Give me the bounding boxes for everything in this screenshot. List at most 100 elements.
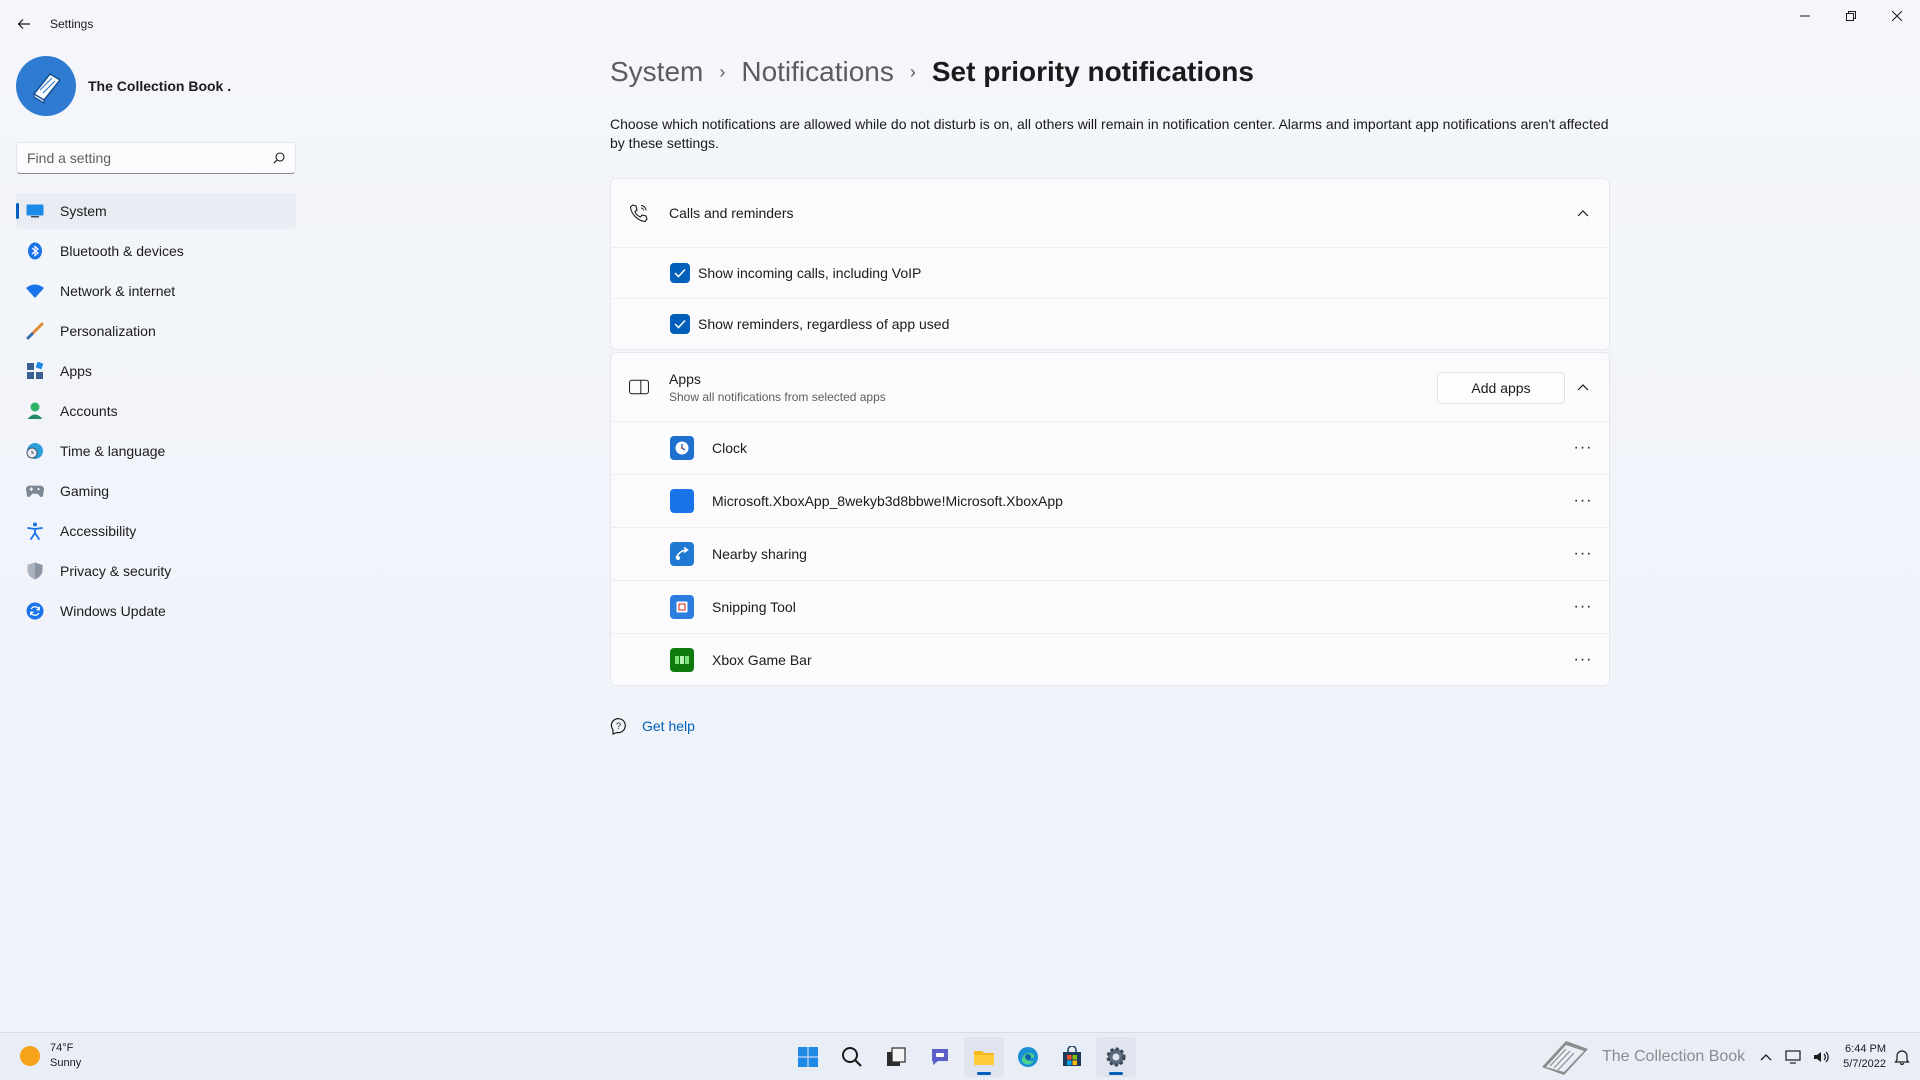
restore-icon (1846, 11, 1856, 21)
calls-reminders-title: Calls and reminders (669, 205, 794, 221)
app-row-nearby-sharing: Nearby sharing ··· (611, 527, 1609, 580)
task-view-button[interactable] (876, 1037, 916, 1077)
breadcrumb-separator: › (719, 61, 726, 82)
app-window-icon (629, 377, 649, 397)
sidebar-item-label: Accounts (60, 403, 118, 419)
page-description: Choose which notifications are allowed w… (610, 116, 1609, 151)
apps-subtitle: Show all notifications from selected app… (669, 389, 886, 404)
settings-icon (1106, 1047, 1126, 1067)
file-explorer-button[interactable] (964, 1037, 1004, 1077)
get-help: ? Get help (610, 717, 695, 735)
store-icon (1063, 1046, 1081, 1066)
settings-button[interactable] (1096, 1037, 1136, 1077)
collapse-calls-button[interactable] (1571, 201, 1595, 225)
restore-button[interactable] (1828, 0, 1874, 32)
running-indicator (977, 1072, 991, 1075)
nearby-sharing-icon (670, 542, 694, 566)
chat-button[interactable] (920, 1037, 960, 1077)
start-icon (798, 1047, 818, 1067)
edge-button[interactable] (1008, 1037, 1048, 1077)
add-apps-button[interactable]: Add apps (1437, 372, 1565, 404)
taskbar-search-button[interactable] (832, 1037, 872, 1077)
account-icon (26, 402, 44, 420)
sidebar-item-label: Time & language (60, 443, 166, 459)
search-box[interactable] (16, 142, 296, 174)
get-help-link[interactable]: Get help (642, 718, 695, 734)
avatar (16, 56, 76, 116)
clock-time: 6:44 PM (1845, 1043, 1886, 1055)
search-icon (273, 152, 285, 164)
xbox-game-bar-icon (670, 647, 694, 672)
search-input[interactable] (27, 150, 273, 166)
svg-text:?: ? (616, 721, 621, 731)
chevron-up-icon[interactable] (1759, 1052, 1773, 1062)
sidebar-item-label: Windows Update (60, 603, 166, 619)
minimize-button[interactable] (1782, 0, 1828, 32)
breadcrumb-system[interactable]: System (610, 56, 703, 88)
task-view-icon (887, 1047, 906, 1066)
taskbar-clock[interactable]: 6:44 PM 5/7/2022 (1843, 1042, 1886, 1072)
start-button[interactable] (788, 1037, 828, 1077)
chevron-up-icon (1577, 210, 1589, 217)
system-icon (26, 202, 44, 220)
store-button[interactable] (1052, 1037, 1092, 1077)
globe-clock-icon (26, 442, 44, 460)
weather-condition: Sunny (50, 1057, 82, 1069)
incoming-calls-label: Show incoming calls, including VoIP (698, 265, 922, 281)
reminders-checkbox[interactable] (670, 314, 690, 334)
more-options-button[interactable]: ··· (1567, 593, 1599, 621)
calls-reminders-header[interactable]: Calls and reminders (611, 179, 1609, 247)
sun-icon (20, 1046, 40, 1066)
more-options-button[interactable]: ··· (1567, 434, 1599, 462)
sidebar-item-accounts[interactable]: Accounts (16, 393, 296, 429)
checkmark-icon (674, 268, 686, 278)
apps-title: Apps (669, 370, 701, 387)
sidebar-item-label: Gaming (60, 483, 110, 499)
profile-card[interactable]: The Collection Book . (16, 56, 231, 116)
sidebar-item-privacy[interactable]: Privacy & security (16, 553, 296, 589)
option-row-incoming-calls: Show incoming calls, including VoIP (611, 247, 1609, 298)
app-row-clock: Clock ··· (611, 421, 1609, 474)
clock-app-icon (670, 436, 694, 460)
option-row-reminders: Show reminders, regardless of app used (611, 298, 1609, 349)
apps-header[interactable]: Apps Show all notifications from selecte… (611, 353, 1609, 421)
more-options-button[interactable]: ··· (1567, 540, 1599, 568)
back-button[interactable] (12, 12, 36, 36)
taskbar-pinned-apps (788, 1037, 1140, 1077)
notification-bell-icon[interactable] (1894, 1049, 1910, 1065)
breadcrumb-notifications[interactable]: Notifications (741, 56, 894, 88)
volume-icon[interactable] (1813, 1050, 1829, 1064)
file-explorer-icon (974, 1051, 994, 1065)
sidebar-item-gaming[interactable]: Gaming (16, 473, 296, 509)
collapse-apps-button[interactable] (1571, 375, 1595, 399)
sidebar-item-windows-update[interactable]: Windows Update (16, 593, 296, 629)
sidebar-item-accessibility[interactable]: Accessibility (16, 513, 296, 549)
sidebar-item-label: Apps (60, 363, 92, 379)
sidebar-item-label: Personalization (60, 323, 156, 339)
sidebar-item-label: System (60, 203, 107, 219)
phone-icon (629, 203, 649, 223)
app-name: Clock (712, 440, 748, 456)
controller-icon (26, 482, 44, 500)
sidebar-item-network[interactable]: Network & internet (16, 273, 296, 309)
sidebar-item-bluetooth[interactable]: Bluetooth & devices (16, 233, 296, 269)
clock-date: 5/7/2022 (1843, 1058, 1886, 1070)
sidebar-item-apps[interactable]: Apps (16, 353, 296, 389)
book-logo-icon (32, 73, 62, 105)
running-indicator (1109, 1072, 1123, 1075)
minimize-icon (1800, 15, 1810, 17)
wifi-icon (26, 282, 44, 300)
sidebar-item-system[interactable]: System (16, 193, 296, 229)
apps-card: Apps Show all notifications from selecte… (610, 352, 1610, 686)
more-options-button[interactable]: ··· (1567, 646, 1599, 674)
more-options-button[interactable]: ··· (1567, 487, 1599, 515)
sidebar-item-time-language[interactable]: Time & language (16, 433, 296, 469)
app-name: Nearby sharing (712, 546, 807, 562)
display-icon[interactable] (1785, 1050, 1801, 1064)
sidebar-item-label: Bluetooth & devices (60, 243, 184, 259)
sidebar-item-personalization[interactable]: Personalization (16, 313, 296, 349)
close-button[interactable] (1874, 0, 1920, 32)
weather-widget[interactable]: 74°F Sunny (20, 1041, 81, 1071)
incoming-calls-checkbox[interactable] (670, 263, 690, 283)
update-icon (26, 602, 44, 620)
